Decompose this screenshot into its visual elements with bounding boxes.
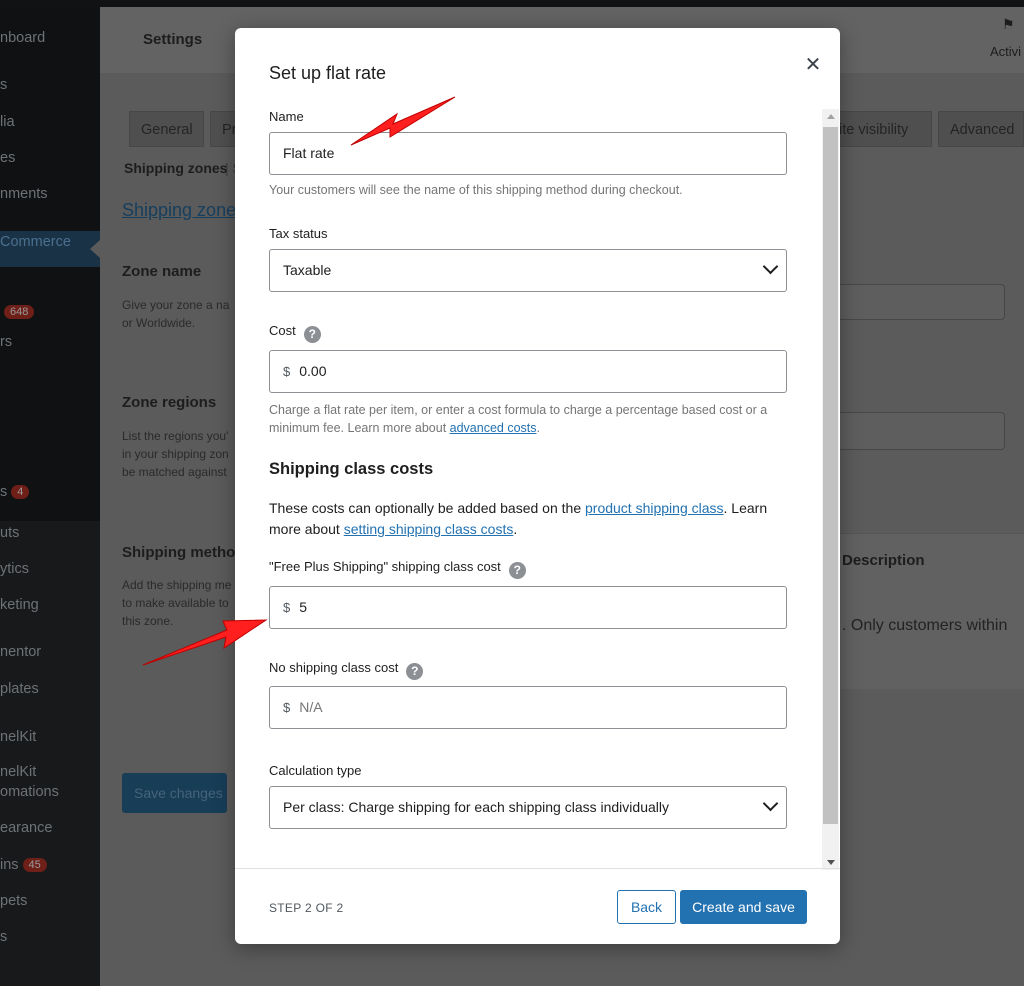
modal-scroll-area[interactable]: Name Your customers will see the name of… [235,108,840,868]
zone-name-description: Give your zone a na or Worldwide. [122,298,230,330]
scroll-down-arrow-icon[interactable] [827,860,835,865]
tab-general[interactable]: General [129,111,204,147]
cost-help-text: Charge a flat rate per item, or enter a … [269,403,768,435]
sidebar-item-customers[interactable]: rs [0,334,12,350]
no-shipping-class-cost-input[interactable] [299,699,740,715]
free-plus-shipping-field[interactable]: $ [269,586,787,629]
sidebar-item-marketing[interactable]: keting [0,597,39,613]
sidebar-item-products[interactable]: uts [0,525,19,541]
save-changes-button[interactable]: Save changes [122,773,227,813]
reports-count-badge: 4 [11,485,30,499]
cost-field[interactable]: $ [269,350,787,393]
shipping-class-costs-heading: Shipping class costs [269,460,434,478]
currency-symbol: $ [283,600,291,615]
sidebar-item-funnelkit-automations-line2: omations [0,784,59,800]
activity-label[interactable]: Activi [990,44,1021,59]
activity-flag-icon[interactable]: ⚑ [1002,16,1015,33]
sidebar-item-analytics[interactable]: ytics [0,561,29,577]
tax-status-select[interactable]: Taxable [269,249,787,292]
shipping-class-costs-description: These costs can optionally be added base… [269,500,768,537]
sidebar-item-posts[interactable]: s [0,77,7,93]
admin-sidebar: nboard s lia es nments Commerce 648 rs s… [0,7,100,986]
help-icon[interactable]: ? [508,562,526,579]
help-icon[interactable]: ? [303,326,321,343]
sidebar-item-dashboard[interactable]: nboard [0,30,45,46]
shipping-methods-description: Add the shipping me to make available to… [122,578,232,628]
create-and-save-button[interactable]: Create and save [680,890,807,924]
step-indicator: STEP 2 OF 2 [269,901,344,915]
tab-site-visibility[interactable]: ite visibility [838,111,932,147]
cost-label: Cost [269,323,296,338]
no-shipping-class-field[interactable]: $ [269,686,787,729]
admin-top-bar [0,0,1024,7]
sidebar-item-templates[interactable]: plates [0,681,39,697]
sidebar-item-pages[interactable]: es [0,150,15,166]
sidebar-item-woocommerce[interactable]: Commerce [0,234,71,250]
scroll-up-arrow-icon[interactable] [827,114,835,119]
shipping-methods-heading: Shipping method [122,544,245,561]
cost-label-row: Cost? [269,323,321,343]
plugins-count-badge: 45 [22,858,47,872]
sidebar-item-snippets[interactable]: pets [0,893,27,909]
description-column-header: Description [842,552,925,569]
zone-regions-input[interactable] [838,412,1005,450]
tab-products[interactable]: Pr [210,111,238,147]
zone-name-input[interactable] [838,284,1005,320]
sidebar-item-funnelkit[interactable]: nelKit [0,729,36,745]
modal-footer: STEP 2 OF 2 Back Create and save [235,868,840,945]
setting-shipping-class-costs-link[interactable]: setting shipping class costs [344,521,514,537]
tax-status-value: Taxable [283,262,332,278]
zone-regions-heading: Zone regions [122,394,217,411]
breadcrumb-shipping-zones-link[interactable]: Shipping zone [122,200,236,221]
advanced-costs-link[interactable]: advanced costs [450,421,537,435]
name-field[interactable] [269,132,787,175]
chevron-down-icon [762,795,779,812]
modal-title: Set up flat rate [269,63,387,83]
calculation-type-value: Per class: Charge shipping for each ship… [283,799,669,815]
sidebar-item-comments[interactable]: nments [0,186,48,202]
calculation-type-select[interactable]: Per class: Charge shipping for each ship… [269,786,787,829]
zone-name-heading: Zone name [122,263,202,280]
no-shipping-class-label: No shipping class cost [269,660,399,675]
zone-regions-description: List the regions you' in your shipping z… [122,429,229,479]
name-help-text: Your customers will see the name of this… [269,183,683,197]
subnav-shipping-zones[interactable]: Shipping zones [124,160,227,176]
name-input[interactable] [283,145,723,161]
sidebar-item-settings[interactable]: s [0,929,7,945]
chevron-down-icon [762,258,779,275]
product-shipping-class-link[interactable]: product shipping class [585,500,724,516]
sidebar-item-plugins[interactable]: ins 45 [0,857,47,873]
sidebar-item-reports[interactable]: s4 [0,484,30,500]
no-shipping-class-label-row: No shipping class cost? [269,660,424,680]
sidebar-item-orders[interactable]: 648 [0,304,35,320]
orders-count-badge: 648 [4,305,35,319]
currency-symbol: $ [283,700,291,715]
sidebar-item-elementor[interactable]: nentor [0,644,41,660]
description-cell-text: . Only customers within [842,617,1008,634]
sidebar-item-funnelkit-automations[interactable]: nelKit [0,764,36,780]
free-plus-shipping-cost-input[interactable] [299,599,740,615]
tax-status-label: Tax status [269,226,328,241]
help-icon[interactable]: ? [406,663,424,680]
flat-rate-modal: Set up flat rate ✕ Name Your customers w… [235,28,840,944]
scrollbar-thumb[interactable] [823,127,838,824]
cost-input[interactable] [299,363,740,379]
tab-advanced[interactable]: Advanced [938,111,1024,147]
sidebar-active-notch [90,240,100,258]
page-title: Settings [143,31,203,48]
free-plus-shipping-label-row: "Free Plus Shipping" shipping class cost… [269,559,526,579]
free-plus-shipping-label: "Free Plus Shipping" shipping class cost [269,559,501,574]
modal-scrollbar[interactable] [822,109,839,870]
back-button[interactable]: Back [617,890,676,924]
sidebar-lower-section [0,521,100,986]
calculation-type-label: Calculation type [269,763,362,778]
sidebar-item-media[interactable]: lia [0,114,15,130]
currency-symbol: $ [283,364,291,379]
sidebar-item-appearance[interactable]: earance [0,820,52,836]
close-icon[interactable]: ✕ [802,54,824,76]
name-label: Name [269,109,304,124]
